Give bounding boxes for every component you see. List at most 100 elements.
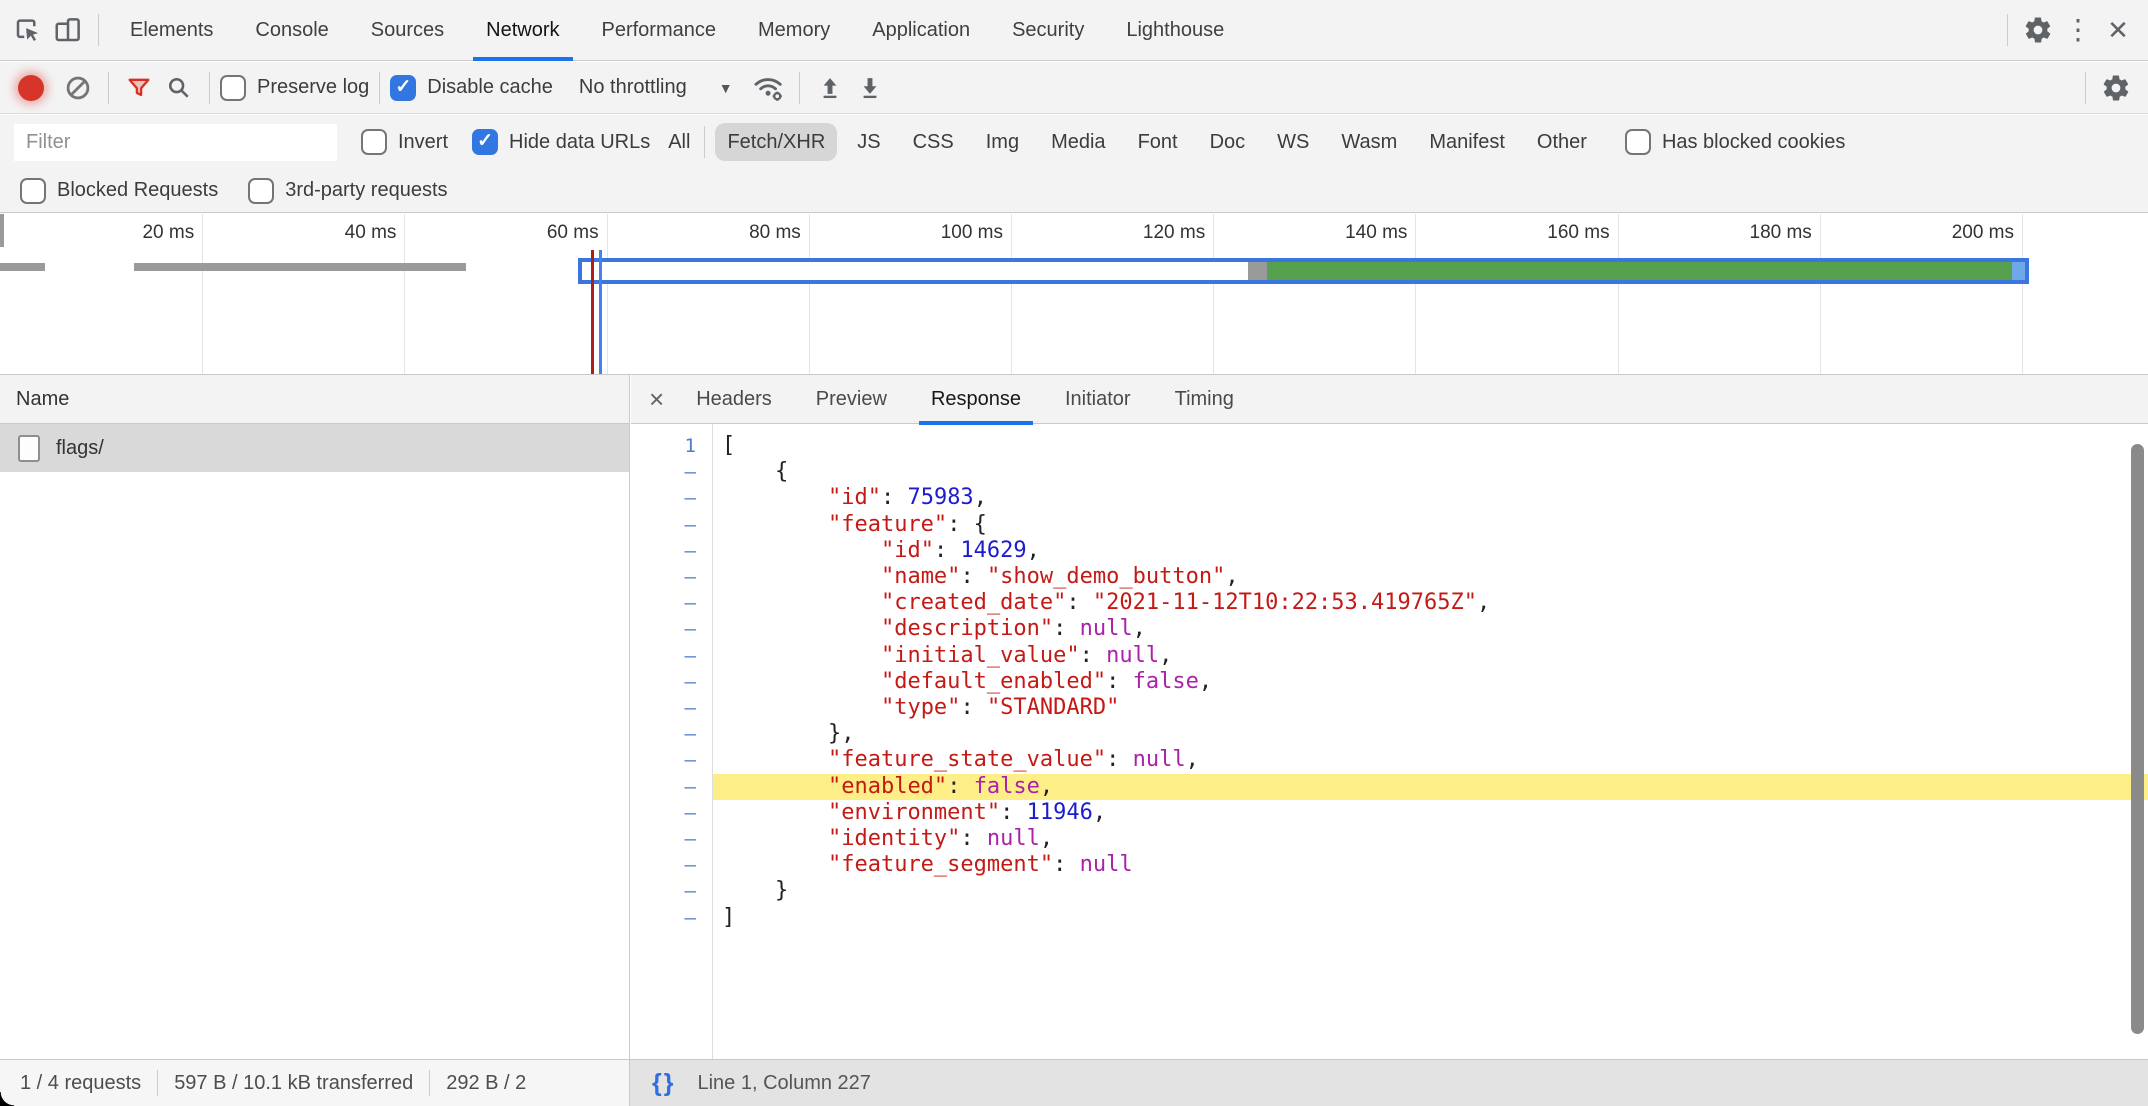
- code-text: "identity": null,: [712, 826, 2148, 852]
- request-list-pane: Name flags/: [0, 375, 630, 1059]
- search-button[interactable]: [159, 68, 199, 108]
- line-number: –: [631, 485, 712, 511]
- throttling-select[interactable]: No throttling: [579, 76, 687, 99]
- divider: [108, 72, 109, 104]
- tab-application[interactable]: Application: [853, 0, 989, 61]
- code-line: – "enabled": false,: [631, 774, 2148, 800]
- tab-performance[interactable]: Performance: [583, 0, 736, 61]
- filter-type-img[interactable]: Img: [974, 123, 1031, 161]
- blocked-requests-label: Blocked Requests: [57, 179, 218, 202]
- request-row-flags[interactable]: flags/: [0, 424, 629, 472]
- overview-edge-tick: [0, 214, 4, 247]
- network-conditions-button[interactable]: [749, 68, 789, 108]
- device-toolbar-button[interactable]: [48, 10, 88, 50]
- detail-tab-timing[interactable]: Timing: [1155, 375, 1254, 424]
- filter-type-fetch-xhr[interactable]: Fetch/XHR: [715, 123, 837, 161]
- token: :: [947, 774, 974, 799]
- line-number: –: [631, 774, 712, 800]
- more-options-button[interactable]: ⋮: [2058, 10, 2098, 50]
- filter-toggle-button[interactable]: [119, 68, 159, 108]
- close-detail-icon[interactable]: ×: [631, 384, 674, 415]
- overview-timeline[interactable]: 20 ms40 ms60 ms80 ms100 ms120 ms140 ms16…: [0, 214, 2148, 375]
- filter-type-manifest[interactable]: Manifest: [1417, 123, 1517, 161]
- detail-tab-strip: HeadersPreviewResponseInitiatorTiming: [674, 375, 1256, 424]
- tab-security[interactable]: Security: [993, 0, 1103, 61]
- token: null: [1106, 643, 1159, 668]
- blocked-requests-toggle[interactable]: Blocked Requests: [20, 178, 218, 204]
- waterfall-segment-receiving: [2012, 262, 2029, 280]
- code-text: "default_enabled": false,: [712, 669, 2148, 695]
- token: "2021-11-12T10:22:53.419765Z": [1093, 590, 1477, 615]
- pretty-print-icon[interactable]: {}: [652, 1069, 675, 1098]
- filter-type-wasm[interactable]: Wasm: [1329, 123, 1409, 161]
- name-column-header[interactable]: Name: [0, 388, 69, 411]
- token: [: [722, 433, 735, 458]
- tab-memory[interactable]: Memory: [739, 0, 849, 61]
- detail-tab-headers[interactable]: Headers: [676, 375, 792, 424]
- invert-toggle[interactable]: Invert: [361, 129, 448, 155]
- vertical-scrollbar[interactable]: [2131, 444, 2144, 1034]
- block-icon: [64, 74, 92, 102]
- filter-type-css[interactable]: CSS: [901, 123, 966, 161]
- third-party-requests-toggle[interactable]: 3rd-party requests: [248, 178, 447, 204]
- network-settings-button[interactable]: [2096, 68, 2136, 108]
- filter-type-doc[interactable]: Doc: [1198, 123, 1258, 161]
- disable-cache-toggle[interactable]: Disable cache: [390, 75, 553, 101]
- request-waterfall-bar[interactable]: [578, 258, 2029, 284]
- import-har-button[interactable]: [850, 68, 890, 108]
- hide-data-urls-toggle[interactable]: Hide data URLs: [472, 129, 650, 155]
- response-code-lines: 1[– {– "id": 75983,– "feature": {– "id":…: [631, 433, 2148, 931]
- tab-network[interactable]: Network: [467, 0, 578, 61]
- filter-input[interactable]: [14, 124, 337, 161]
- settings-button[interactable]: [2018, 10, 2058, 50]
- token: ,: [1040, 774, 1053, 799]
- has-blocked-cookies-checkbox: [1625, 129, 1651, 155]
- detail-tab-initiator[interactable]: Initiator: [1045, 375, 1151, 424]
- summary-item: 1 / 4 requests: [20, 1072, 141, 1095]
- record-network-log-button[interactable]: [18, 75, 44, 101]
- token: "identity": [828, 826, 960, 851]
- code-line: – "feature_segment": null: [631, 852, 2148, 878]
- device-toolbar-icon: [53, 15, 83, 45]
- filter-type-js[interactable]: JS: [845, 123, 892, 161]
- token: [722, 564, 881, 589]
- token: ,: [1225, 564, 1238, 589]
- filter-type-other[interactable]: Other: [1525, 123, 1599, 161]
- detail-tab-response[interactable]: Response: [911, 375, 1041, 424]
- filter-type-media[interactable]: Media: [1039, 123, 1117, 161]
- inspect-element-button[interactable]: [8, 10, 48, 50]
- line-number: –: [631, 616, 712, 642]
- token: ,: [1159, 643, 1172, 668]
- code-text: "environment": 11946,: [712, 800, 2148, 826]
- token: "environment": [828, 800, 1000, 825]
- document-icon: [18, 435, 40, 462]
- clear-network-log-button[interactable]: [58, 68, 98, 108]
- divider: [98, 14, 99, 46]
- tab-elements[interactable]: Elements: [111, 0, 232, 61]
- preserve-log-toggle[interactable]: Preserve log: [220, 75, 369, 101]
- filter-type-ws[interactable]: WS: [1265, 123, 1321, 161]
- divider: [2007, 14, 2008, 46]
- close-devtools-button[interactable]: ✕: [2098, 10, 2138, 50]
- filter-type-all[interactable]: All: [668, 131, 690, 154]
- token: "feature_state_value": [828, 747, 1106, 772]
- detail-tab-preview[interactable]: Preview: [796, 375, 907, 424]
- tab-sources[interactable]: Sources: [352, 0, 463, 61]
- tab-console[interactable]: Console: [236, 0, 347, 61]
- token: [722, 485, 828, 510]
- code-text: "description": null,: [712, 616, 2148, 642]
- timeline-gridline: [1618, 214, 1619, 374]
- hide-data-urls-label: Hide data URLs: [509, 131, 650, 154]
- export-har-button[interactable]: [810, 68, 850, 108]
- prior-navigation-bar: [134, 263, 466, 271]
- waterfall-segment-stalled: [1248, 262, 1267, 280]
- chevron-down-icon[interactable]: ▼: [719, 80, 733, 96]
- response-body-viewer[interactable]: 1[– {– "id": 75983,– "feature": {– "id":…: [631, 424, 2148, 1059]
- tab-lighthouse[interactable]: Lighthouse: [1107, 0, 1243, 61]
- timeline-tick-label: 60 ms: [547, 222, 599, 244]
- blocked-requests-checkbox: [20, 178, 46, 204]
- has-blocked-cookies-toggle[interactable]: Has blocked cookies: [1625, 129, 1845, 155]
- filter-type-font[interactable]: Font: [1126, 123, 1190, 161]
- token: null: [1133, 747, 1186, 772]
- code-line: 1[: [631, 433, 2148, 459]
